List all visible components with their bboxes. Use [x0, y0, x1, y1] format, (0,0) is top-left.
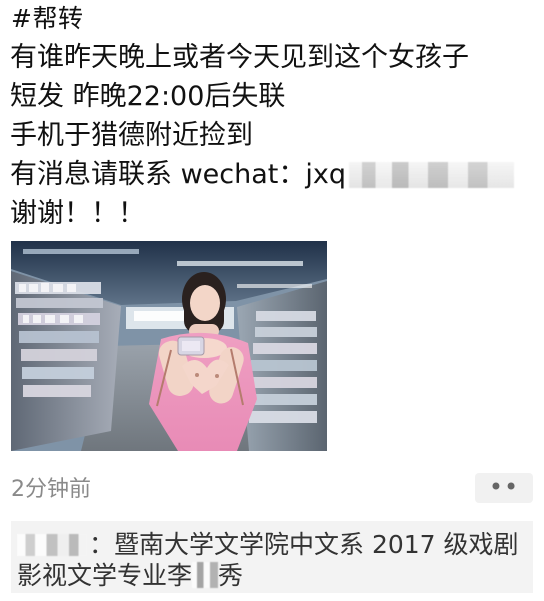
post-line-4: 有消息请联系 wechat：jxq	[10, 155, 536, 194]
post-line-3: 手机于猎德附近捡到	[10, 120, 253, 151]
post-line-1: 有谁昨天晚上或者今天见到这个女孩子	[10, 42, 469, 73]
more-button[interactable]: ••	[475, 473, 533, 503]
missing-person-photo[interactable]	[11, 241, 327, 451]
more-dots-icon: ••	[488, 473, 520, 501]
comment-line-2: 影视文学专业李秀	[17, 560, 527, 591]
social-post: #帮转 有谁昨天晚上或者今天见到这个女孩子 短发 昨晚22:00后失联 手机于猎…	[0, 0, 544, 601]
comment-text-line-2-suffix: 秀	[218, 561, 244, 590]
comment-line-1: ：暨南大学文学院中文系 2017 级戏剧	[17, 529, 527, 560]
post-line-5: 谢谢！！！	[10, 198, 145, 229]
post-line-2: 短发 昨晚22:00后失联	[10, 81, 286, 112]
contact-text: 有消息请联系 wechat：jxq	[10, 159, 346, 190]
comment-text-line-2-prefix: 影视文学专业李	[17, 561, 193, 590]
post-text-block: 有谁昨天晚上或者今天见到这个女孩子 短发 昨晚22:00后失联 手机于猎德附近捡…	[10, 38, 536, 233]
redacted-author	[17, 534, 87, 556]
comment-box: ：暨南大学文学院中文系 2017 级戏剧 影视文学专业李秀	[11, 521, 533, 593]
post-hashtag-header: #帮转	[11, 4, 84, 33]
redacted-name	[192, 562, 219, 588]
redacted-contact	[348, 162, 514, 188]
comment-text-line-1: ：暨南大学文学院中文系 2017 级戏剧	[89, 530, 519, 559]
timestamp: 2分钟前	[11, 477, 91, 502]
comment-text-block: ：暨南大学文学院中文系 2017 级戏剧 影视文学专业李秀	[17, 529, 527, 591]
post-meta-row: 2分钟前 ••	[11, 473, 533, 507]
